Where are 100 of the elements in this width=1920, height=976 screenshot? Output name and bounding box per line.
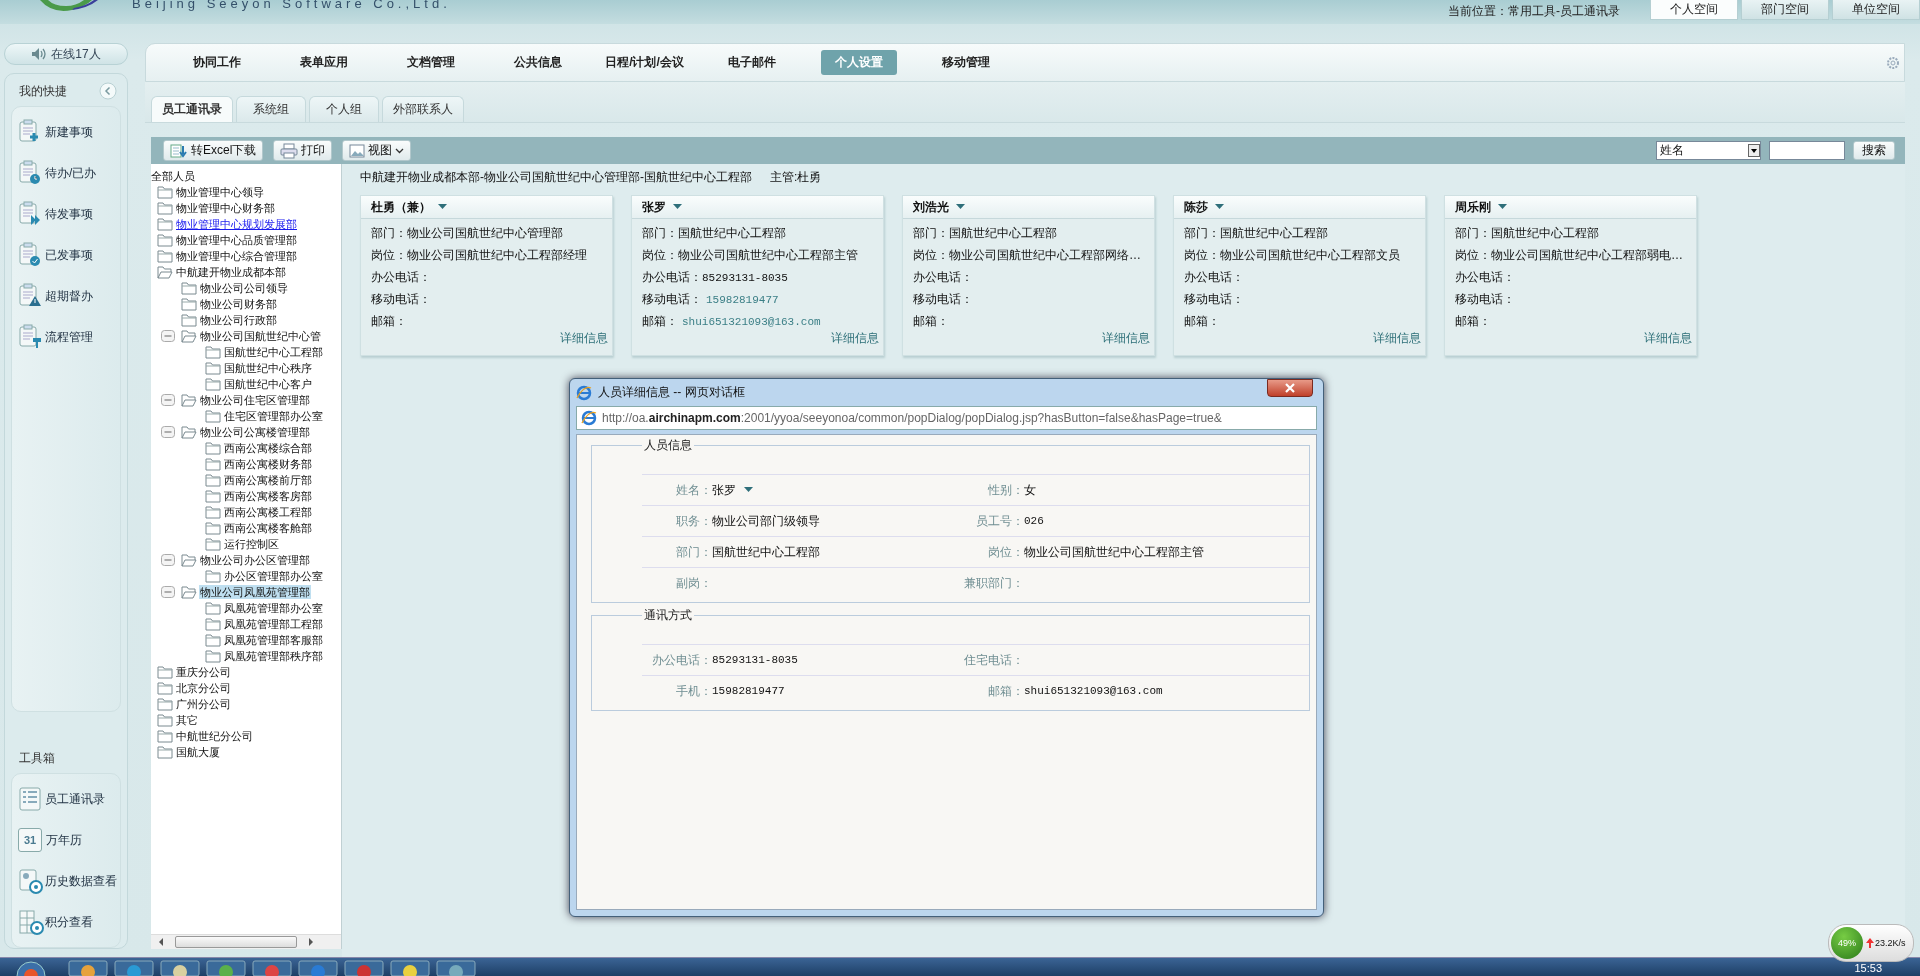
tree-item[interactable]: 国航世纪中心客户 (223, 377, 313, 391)
tree-item[interactable]: 物业公司财务部 (199, 297, 278, 311)
collapse-toggle[interactable] (161, 554, 175, 566)
tree-item[interactable]: 国航世纪中心工程部 (223, 345, 324, 359)
nav-menu-item[interactable]: 表单应用 (289, 50, 358, 75)
tree-item[interactable]: 西南公寓楼客舱部 (223, 521, 313, 535)
tree-item[interactable]: 物业管理中心规划发展部 (175, 217, 298, 231)
nav-menu-item[interactable]: 移动管理 (931, 50, 1000, 75)
taskbar-app-icon[interactable] (390, 960, 430, 976)
details-link[interactable]: 详细信息 (831, 330, 879, 347)
search-field-select[interactable]: 姓名 (1656, 141, 1761, 160)
caret-icon[interactable] (744, 487, 753, 493)
contact-name[interactable]: 陈莎 (1184, 198, 1208, 216)
sidebar-item[interactable]: 超期督办 (18, 283, 120, 309)
tree-root-label[interactable]: 全部人员 (151, 168, 341, 184)
sidebar-item[interactable]: 员工通讯录 (18, 786, 120, 812)
nav-menu-item[interactable]: 公共信息 (503, 50, 572, 75)
contact-name[interactable]: 周乐刚 (1455, 198, 1491, 216)
tree-item[interactable]: 凤凰苑管理部办公室 (223, 601, 324, 615)
tree-item[interactable]: 西南公寓楼工程部 (223, 505, 313, 519)
sidebar-item[interactable]: 历史数据查看 (18, 868, 120, 894)
tab[interactable]: 个人组 (309, 96, 379, 122)
tab[interactable]: 系统组 (236, 96, 306, 122)
start-button-icon[interactable] (14, 960, 48, 976)
nav-menu-item[interactable]: 日程/计划/会议 (595, 50, 694, 75)
view-dropdown-button[interactable]: 视图 (342, 140, 412, 161)
tree-item[interactable]: 物业公司行政部 (199, 313, 278, 327)
tree-item[interactable]: 中航建开物业成都本部 (175, 265, 287, 279)
tab[interactable]: 外部联系人 (382, 96, 464, 122)
tree-item[interactable]: 凤凰苑管理部客服部 (223, 633, 324, 647)
address-bar[interactable]: http://oa.airchinapm.com:2001/yyoa/seeyonoa/common/popDialog/popDialog.jsp?hasButton=false&hasPage=true& (576, 406, 1317, 430)
tree-item[interactable]: 办公区管理部办公室 (223, 569, 324, 583)
toolbar-button[interactable]: 转Excel下载 (163, 140, 264, 161)
taskbar-app-icon[interactable] (206, 960, 246, 976)
space-tab[interactable]: 个人空间 (1650, 0, 1738, 20)
taskbar-app-icon[interactable] (252, 960, 292, 976)
details-link[interactable]: 详细信息 (1102, 330, 1150, 347)
sidebar-item[interactable]: 流程管理 (18, 324, 120, 350)
details-link[interactable]: 详细信息 (1644, 330, 1692, 347)
tree-item[interactable]: 北京分公司 (175, 681, 232, 695)
tree-item[interactable]: 重庆分公司 (175, 665, 232, 679)
toolbar-button[interactable]: 打印 (273, 140, 333, 161)
taskbar-app-icon[interactable] (298, 960, 338, 976)
tree-item[interactable]: 运行控制区 (223, 537, 280, 551)
contact-name[interactable]: 杜勇（兼） (371, 198, 431, 216)
tab[interactable]: 员工通讯录 (151, 96, 233, 122)
caret-icon[interactable] (956, 204, 965, 210)
contact-link[interactable]: 15982819477 (706, 294, 779, 306)
nav-menu-item[interactable]: 文档管理 (396, 50, 465, 75)
scroll-left-icon[interactable] (157, 937, 165, 947)
search-input[interactable] (1769, 141, 1845, 160)
space-tab[interactable]: 部门空间 (1741, 0, 1829, 20)
nav-menu-item[interactable]: 协同工作 (182, 50, 251, 75)
settings-icon[interactable] (1886, 55, 1900, 70)
caret-icon[interactable] (673, 204, 682, 210)
tree-item[interactable]: 凤凰苑管理部秩序部 (223, 649, 324, 663)
collapse-button[interactable] (99, 82, 117, 100)
tree-item[interactable]: 凤凰苑管理部工程部 (223, 617, 324, 631)
tree-item[interactable]: 西南公寓楼客房部 (223, 489, 313, 503)
collapse-toggle[interactable] (161, 330, 175, 342)
tree-item[interactable]: 住宅区管理部办公室 (223, 409, 324, 423)
search-button[interactable]: 搜索 (1853, 141, 1895, 160)
sidebar-item[interactable]: 待办/已办 (18, 160, 120, 186)
scroll-right-icon[interactable] (307, 937, 315, 947)
contact-link[interactable]: shui651321093@163.com (682, 316, 821, 328)
tree-item[interactable]: 物业管理中心品质管理部 (175, 233, 298, 247)
tree-item[interactable]: 广州分公司 (175, 697, 232, 711)
space-tab[interactable]: 单位空间 (1832, 0, 1920, 20)
tree-item[interactable]: 其它 (175, 713, 199, 727)
details-link[interactable]: 详细信息 (560, 330, 608, 347)
tree-item[interactable]: 中航世纪分公司 (175, 729, 254, 743)
tree-item[interactable]: 物业管理中心综合管理部 (175, 249, 298, 263)
tree-item[interactable]: 物业公司公司领导 (199, 281, 289, 295)
tree-item[interactable]: 西南公寓楼财务部 (223, 457, 313, 471)
sidebar-item[interactable]: 已发事项 (18, 242, 120, 268)
close-button[interactable] (1267, 379, 1313, 397)
details-link[interactable]: 详细信息 (1373, 330, 1421, 347)
taskbar-app-icon[interactable] (160, 960, 200, 976)
tree-item[interactable]: 西南公寓楼前厅部 (223, 473, 313, 487)
collapse-toggle[interactable] (161, 586, 175, 598)
sidebar-item[interactable]: 待发事项 (18, 201, 120, 227)
tree-item[interactable]: 物业管理中心财务部 (175, 201, 276, 215)
contact-name[interactable]: 刘浩光 (913, 198, 949, 216)
taskbar-app-icon[interactable] (344, 960, 384, 976)
collapse-toggle[interactable] (161, 426, 175, 438)
caret-icon[interactable] (1215, 204, 1224, 210)
tree-item[interactable]: 西南公寓楼综合部 (223, 441, 313, 455)
tree-item[interactable]: 国航世纪中心秩序 (223, 361, 313, 375)
tree-item[interactable]: 物业公司住宅区管理部 (199, 393, 311, 407)
horizontal-scrollbar[interactable] (151, 934, 341, 949)
tree-item[interactable]: 物业公司办公区管理部 (199, 553, 311, 567)
nav-menu-item[interactable]: 电子邮件 (717, 50, 786, 75)
tree-item[interactable]: 国航大厦 (175, 745, 221, 759)
tree-item[interactable]: 物业公司凤凰苑管理部 (199, 585, 311, 599)
taskbar-app-icon[interactable] (436, 960, 476, 976)
caret-icon[interactable] (1498, 204, 1507, 210)
taskbar-app-icon[interactable] (68, 960, 108, 976)
tree-item[interactable]: 物业公司国航世纪中心管 (199, 329, 322, 343)
tree-item[interactable]: 物业公司公寓楼管理部 (199, 425, 311, 439)
caret-icon[interactable] (438, 204, 447, 210)
